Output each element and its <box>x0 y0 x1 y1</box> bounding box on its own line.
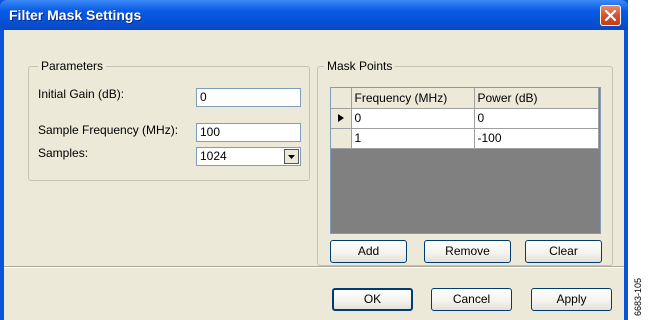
mask-points-legend: Mask Points <box>324 59 396 73</box>
power-cell[interactable]: -100 <box>474 128 599 149</box>
initial-gain-input[interactable]: 0 <box>196 88 301 107</box>
row-pointer-icon <box>337 114 344 122</box>
title-bar[interactable]: Filter Mask Settings <box>0 0 628 30</box>
mask-points-group: Mask Points Frequency (MHz) Power (dB) 0… <box>317 59 613 266</box>
samples-label: Samples: <box>38 146 89 160</box>
samples-dropdown[interactable]: 1024 <box>196 147 301 166</box>
power-cell[interactable]: 0 <box>474 108 599 129</box>
chevron-down-icon <box>288 155 295 159</box>
initial-gain-label: Initial Gain (dB): <box>38 87 125 101</box>
close-button[interactable] <box>600 5 621 26</box>
window-title: Filter Mask Settings <box>9 7 142 23</box>
footer-separator <box>4 266 624 268</box>
parameters-legend: Parameters <box>38 59 107 73</box>
apply-button[interactable]: Apply <box>531 288 612 311</box>
column-header-frequency[interactable]: Frequency (MHz) <box>351 88 475 109</box>
dialog-client-area: Parameters Initial Gain (dB): 0 Sample F… <box>4 30 624 320</box>
close-icon <box>604 9 617 22</box>
add-button[interactable]: Add <box>330 240 407 263</box>
table-row[interactable]: 0 0 <box>331 108 599 129</box>
table-header-row: Frequency (MHz) Power (dB) <box>331 88 599 109</box>
sample-frequency-label: Sample Frequency (MHz): <box>38 123 179 137</box>
parameters-group: Parameters Initial Gain (dB): 0 Sample F… <box>28 59 310 181</box>
cancel-button[interactable]: Cancel <box>431 288 512 311</box>
sample-frequency-input[interactable]: 100 <box>196 123 301 142</box>
ok-button[interactable]: OK <box>332 288 413 311</box>
frequency-cell[interactable]: 1 <box>351 128 475 149</box>
row-header-corner <box>331 88 352 109</box>
row-header <box>331 128 352 149</box>
figure-id-label: 6683-105 <box>633 277 643 316</box>
table-row[interactable]: 1 -100 <box>331 128 599 149</box>
column-header-power[interactable]: Power (dB) <box>474 88 599 109</box>
current-row-indicator <box>331 108 352 129</box>
mask-points-grid[interactable]: Frequency (MHz) Power (dB) 0 0 1 -100 <box>330 87 601 234</box>
remove-button[interactable]: Remove <box>424 240 511 263</box>
dialog-window: Filter Mask Settings Parameters Initial … <box>0 0 628 320</box>
clear-button[interactable]: Clear <box>525 240 602 263</box>
mask-points-table: Frequency (MHz) Power (dB) 0 0 1 -100 <box>331 88 599 149</box>
frequency-cell[interactable]: 0 <box>351 108 475 129</box>
dropdown-arrow-button[interactable] <box>284 149 299 164</box>
samples-selected-value: 1024 <box>200 149 227 163</box>
